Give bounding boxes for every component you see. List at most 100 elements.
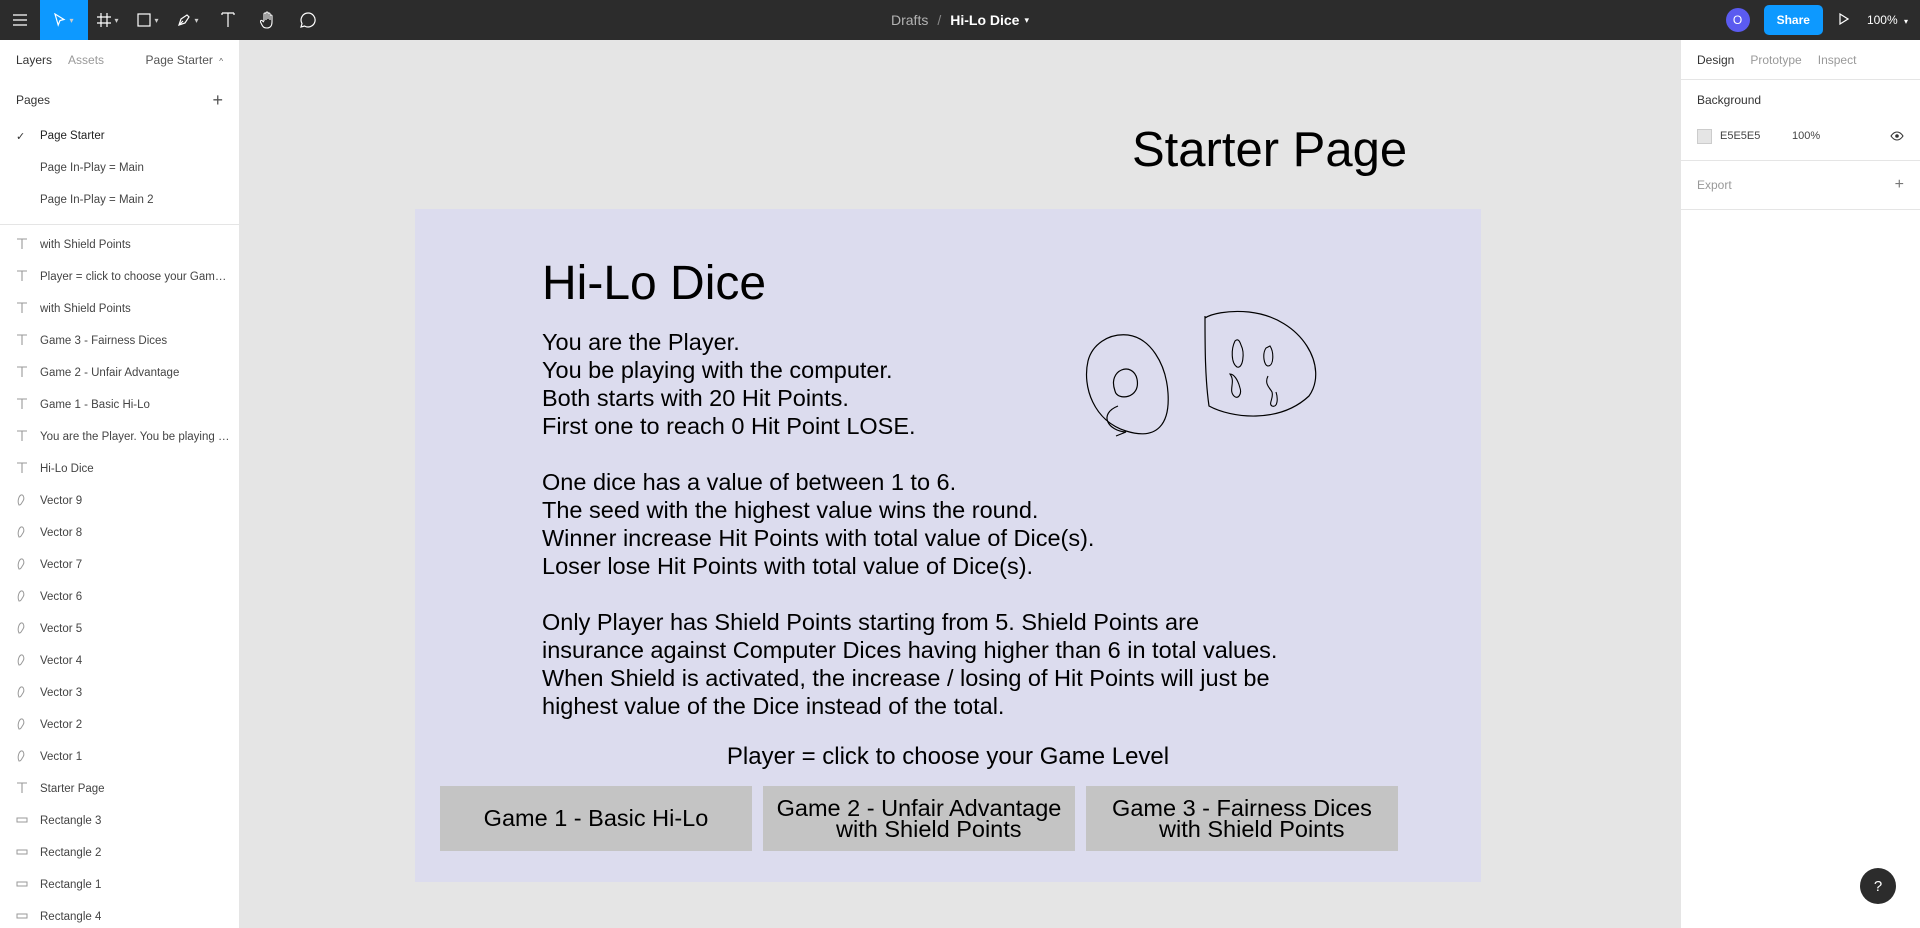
- chevron-down-icon[interactable]: ▾: [69, 16, 73, 25]
- comment-tool-button[interactable]: [288, 0, 328, 40]
- check-icon: ✓: [16, 130, 26, 143]
- layer-item[interactable]: with Shield Points: [0, 229, 239, 261]
- layer-name: Vector 3: [40, 687, 83, 699]
- vector-icon: [16, 717, 40, 733]
- breadcrumb-drafts[interactable]: Drafts: [891, 12, 928, 28]
- move-tool-button[interactable]: ▾: [40, 0, 88, 40]
- canvas[interactable]: Starter Page Hi-Lo Dice You are the Play…: [240, 40, 1680, 928]
- play-icon: [1839, 12, 1850, 25]
- layer-item[interactable]: Game 1 - Basic Hi-Lo: [0, 389, 239, 421]
- layer-item[interactable]: Rectangle 1: [0, 869, 239, 901]
- layer-item[interactable]: Vector 3: [0, 677, 239, 709]
- background-hex-input[interactable]: E5E5E5: [1720, 130, 1792, 142]
- vector-icon: [16, 749, 40, 765]
- toolbar-right: O Share 100% ▾: [1725, 0, 1920, 40]
- layer-item[interactable]: Rectangle 4: [0, 901, 239, 928]
- rectangle-icon: [16, 910, 40, 925]
- page-item[interactable]: Page In-Play = Main: [0, 152, 239, 184]
- layer-item[interactable]: Vector 8: [0, 517, 239, 549]
- chevron-down-icon[interactable]: ▾: [1024, 15, 1029, 26]
- starter-page-title[interactable]: Starter Page: [1132, 122, 1407, 178]
- layer-name: Rectangle 1: [40, 879, 102, 891]
- tab-layers[interactable]: Layers: [16, 53, 52, 67]
- layer-item[interactable]: Vector 2: [0, 709, 239, 741]
- avatar[interactable]: O: [1725, 8, 1750, 32]
- game-title[interactable]: Hi-Lo Dice: [542, 256, 766, 311]
- layer-item[interactable]: Starter Page: [0, 773, 239, 805]
- background-section: Background E5E5E5 100%: [1681, 80, 1920, 161]
- page-item[interactable]: ✓ Page Starter: [0, 120, 239, 152]
- tab-prototype[interactable]: Prototype: [1750, 53, 1801, 67]
- game-1-button[interactable]: Game 1 - Basic Hi-Lo: [440, 786, 752, 851]
- pen-tool-button[interactable]: ▾: [168, 0, 208, 40]
- game-2-button[interactable]: Game 2 - Unfair Advantage with Shield Po…: [763, 786, 1075, 851]
- background-label: Background: [1697, 93, 1762, 107]
- share-button[interactable]: Share: [1763, 5, 1823, 35]
- zoom-dropdown[interactable]: 100% ▾: [1867, 13, 1908, 27]
- file-name[interactable]: Hi-Lo Dice: [950, 12, 1019, 28]
- layer-item[interactable]: Vector 1: [0, 741, 239, 773]
- layer-item[interactable]: You are the Player. You be playing with …: [0, 421, 239, 453]
- chevron-down-icon[interactable]: ▾: [114, 16, 118, 25]
- layer-name: Vector 2: [40, 719, 83, 731]
- dice-sketch[interactable]: [1060, 306, 1360, 456]
- layer-item[interactable]: Player = click to choose your Game Level: [0, 261, 239, 293]
- layer-name: Vector 7: [40, 559, 83, 571]
- tab-inspect[interactable]: Inspect: [1818, 53, 1857, 67]
- main-menu-icon[interactable]: [0, 0, 40, 40]
- chevron-down-icon[interactable]: ▾: [194, 16, 198, 25]
- page-item[interactable]: Page In-Play = Main 2: [0, 184, 239, 216]
- right-sidebar: Design Prototype Inspect Background E5E5…: [1680, 40, 1920, 928]
- layer-item[interactable]: Vector 6: [0, 581, 239, 613]
- layer-name: Rectangle 4: [40, 911, 102, 923]
- color-swatch[interactable]: [1697, 128, 1712, 144]
- layer-item[interactable]: Vector 5: [0, 613, 239, 645]
- chevron-up-icon: ^: [219, 57, 223, 66]
- layer-name: Vector 5: [40, 623, 83, 635]
- layer-item[interactable]: Game 2 - Unfair Advantage: [0, 357, 239, 389]
- layer-name: Starter Page: [40, 783, 105, 795]
- tab-assets[interactable]: Assets: [68, 53, 104, 67]
- layer-item[interactable]: Vector 7: [0, 549, 239, 581]
- game-3-button[interactable]: Game 3 - Fairness Dices with Shield Poin…: [1086, 786, 1398, 851]
- rectangle-icon: [16, 878, 40, 893]
- game-level-prompt[interactable]: Player = click to choose your Game Level: [415, 743, 1481, 771]
- hand-tool-button[interactable]: [248, 0, 288, 40]
- breadcrumb-separator: /: [937, 12, 942, 28]
- vector-icon: [16, 525, 40, 541]
- text-icon: [16, 333, 40, 349]
- layer-name: Vector 9: [40, 495, 83, 507]
- help-button[interactable]: ?: [1860, 868, 1896, 904]
- page-selector-label: Page Starter: [145, 53, 213, 67]
- tab-design[interactable]: Design: [1697, 53, 1734, 67]
- vector-icon: [16, 653, 40, 669]
- zoom-level: 100%: [1866, 13, 1898, 27]
- add-export-icon[interactable]: +: [1895, 176, 1904, 194]
- layer-item[interactable]: Rectangle 3: [0, 805, 239, 837]
- layer-item[interactable]: Vector 9: [0, 485, 239, 517]
- layer-item[interactable]: Rectangle 2: [0, 837, 239, 869]
- page-selector[interactable]: Page Starter ^: [146, 53, 223, 67]
- layer-item[interactable]: with Shield Points: [0, 293, 239, 325]
- vector-icon: [16, 589, 40, 605]
- layer-name: Vector 4: [40, 655, 83, 667]
- left-sidebar: Layers Assets Page Starter ^ Pages + ✓ Pa…: [0, 40, 240, 928]
- eye-icon[interactable]: [1890, 129, 1904, 144]
- background-opacity-input[interactable]: 100%: [1792, 130, 1890, 142]
- shape-tool-button[interactable]: ▾: [128, 0, 168, 40]
- text-tool-button[interactable]: [208, 0, 248, 40]
- pages-header: Pages +: [0, 80, 239, 120]
- starter-frame[interactable]: Hi-Lo Dice You are the Player. You be pl…: [415, 209, 1481, 882]
- layer-item[interactable]: Vector 4: [0, 645, 239, 677]
- layer-item[interactable]: Hi-Lo Dice: [0, 453, 239, 485]
- chevron-down-icon[interactable]: ▾: [154, 16, 158, 25]
- layer-item[interactable]: Game 3 - Fairness Dices: [0, 325, 239, 357]
- frame-tool-button[interactable]: ▾: [88, 0, 128, 40]
- chevron-down-icon: ▾: [1903, 17, 1908, 26]
- export-label: Export: [1697, 178, 1732, 192]
- present-button[interactable]: [1839, 12, 1850, 28]
- add-page-icon[interactable]: +: [212, 90, 223, 111]
- layer-name: Hi-Lo Dice: [40, 463, 94, 475]
- layer-name: Game 3 - Fairness Dices: [40, 335, 168, 347]
- text-icon: [16, 269, 40, 285]
